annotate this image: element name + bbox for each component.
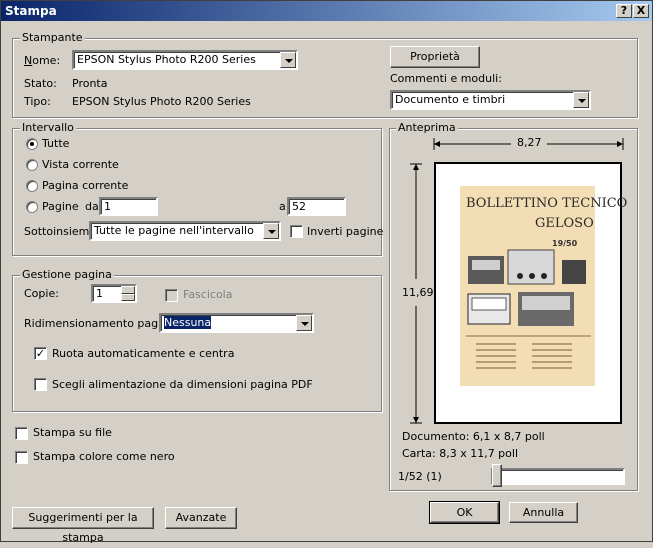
range-current-page-label: Pagina corrente [42,179,129,192]
page-slider-track[interactable] [491,468,625,485]
range-pages-radio[interactable] [26,201,38,213]
advanced-button[interactable]: Avanzate [165,507,237,529]
preview-height-label: 11,69 [402,286,434,299]
properties-button[interactable]: Proprietà [390,46,480,68]
print-tips-button[interactable]: Suggerimenti per la stampa [12,507,154,544]
range-current-view-radio[interactable] [26,159,38,171]
title-bar: Stampa ? X [1,1,652,21]
range-to-input[interactable]: 52 [287,197,346,216]
comments-select[interactable]: Documento e timbri [390,90,591,110]
range-all-radio[interactable] [26,138,38,150]
printer-type-label: Tipo: [24,95,51,108]
scaling-label: Ridimensionamento pagina: [24,317,179,330]
autorotate-label: Ruota automaticamente e centra [52,347,235,360]
page-counter: 1/52 (1) [398,470,442,483]
pdf-paper-source-label: Scegli alimentazione da dimensioni pagin… [52,378,313,391]
thumbnail-subtitle: GELOSO [535,216,594,231]
thumbnail-title: BOLLETTINO TECNICO [466,196,628,211]
cancel-button[interactable]: Annulla [509,502,578,523]
chevron-down-icon[interactable] [296,315,312,331]
range-group-label: Intervallo [20,121,76,134]
collate-label: Fascicola [183,288,233,301]
print-to-file-checkbox[interactable] [15,427,28,440]
window-title: Stampa [5,4,57,18]
range-pages-label: Pagine [42,200,79,213]
printer-type-value: EPSON Stylus Photo R200 Series [72,95,251,108]
paper-size-info: Carta: 8,3 x 11,7 poll [402,447,519,460]
autorotate-checkbox[interactable]: ✓ [34,347,47,360]
document-thumbnail: BOLLETTINO TECNICO GELOSO 19/50 [460,186,627,386]
reverse-pages-label: Inverti pagine [307,225,384,238]
printer-name-select[interactable]: EPSON Stylus Photo R200 Series [72,50,298,70]
page-slider-thumb[interactable] [492,464,502,487]
range-all-label: Tutte [42,137,70,150]
print-dialog: Stampa ? X Stampante Nome: EPSON Stylus … [0,0,653,544]
close-button[interactable]: X [633,4,649,18]
subset-select[interactable]: Tutte le pagine nell'intervallo [89,221,281,241]
copies-spinner[interactable]: 1 [91,284,137,303]
page-handling-group-label: Gestione pagina [20,268,114,281]
preview-width-label: 8,27 [517,136,542,149]
printer-group-label: Stampante [20,31,85,44]
ok-button[interactable]: OK [429,501,500,524]
collate-checkbox [165,289,178,302]
help-button[interactable]: ? [616,4,632,18]
thumbnail-issue: 19/50 [552,239,578,248]
range-from-input[interactable]: 1 [99,197,158,216]
printer-status-label: Stato: [24,77,57,90]
color-as-black-checkbox[interactable] [15,451,28,464]
comments-label: Commenti e moduli: [390,72,502,85]
print-to-file-label: Stampa su file [33,426,112,439]
preview-group-label: Anteprima [396,121,458,134]
reverse-pages-checkbox[interactable] [290,225,303,238]
chevron-down-icon[interactable] [280,52,296,68]
chevron-down-icon[interactable] [263,223,279,239]
color-as-black-label: Stampa colore come nero [33,450,175,463]
document-size-info: Documento: 6,1 x 8,7 poll [402,430,545,443]
printer-name-label: Nome: [24,54,61,67]
range-current-view-label: Vista corrente [42,158,119,171]
range-current-page-radio[interactable] [26,180,38,192]
thumbnail-illustration [466,249,591,369]
pdf-paper-source-checkbox[interactable] [34,378,47,391]
spinner-arrows-icon[interactable] [121,286,135,301]
chevron-down-icon[interactable] [573,92,589,108]
scaling-select[interactable]: Nessuna [159,313,314,333]
printer-status-value: Pronta [72,77,108,90]
copies-label: Copie: [24,287,59,300]
